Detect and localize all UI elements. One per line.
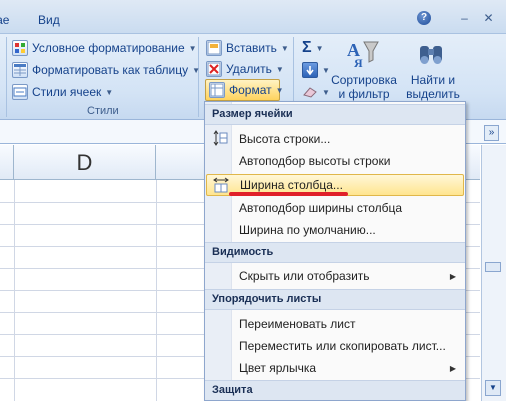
menu-item-default-width[interactable]: Ширина по умолчанию... bbox=[206, 219, 464, 241]
scroll-down-arrow-icon[interactable]: ▼ bbox=[485, 380, 501, 396]
sort-filter-label-2: и фильтр bbox=[338, 87, 390, 101]
svg-text:Я: Я bbox=[354, 56, 363, 70]
fill-button[interactable]: ▼ bbox=[302, 60, 330, 80]
vertical-scrollbar[interactable] bbox=[481, 145, 506, 401]
sort-filter-label-1: Сортировка bbox=[331, 73, 397, 87]
chevron-down-icon: ▼ bbox=[105, 87, 114, 97]
find-select-button[interactable]: Найти и выделить bbox=[400, 38, 466, 104]
format-as-table-button[interactable]: Форматировать как таблицу ▼ bbox=[12, 60, 200, 80]
format-button[interactable]: Формат ▼ bbox=[205, 79, 284, 101]
chevron-down-icon: ▼ bbox=[280, 43, 289, 53]
column-header-c[interactable] bbox=[0, 145, 14, 180]
menu-item-tab-color[interactable]: Цвет ярлычка ▶ bbox=[206, 357, 464, 379]
delete-cells-icon bbox=[206, 61, 222, 77]
cell-styles-label: Стили ячеек bbox=[32, 85, 102, 99]
chevron-down-icon: ▼ bbox=[275, 85, 284, 95]
sort-filter-button[interactable]: A Я Сортировка и фильтр bbox=[328, 38, 400, 104]
hide-show-label: Скрыть или отобразить bbox=[239, 269, 370, 283]
move-copy-sheet-label: Переместить или скопировать лист... bbox=[239, 339, 446, 353]
section-visibility: Видимость bbox=[205, 242, 465, 263]
delete-label: Удалить bbox=[226, 62, 272, 76]
format-cells-icon bbox=[209, 82, 225, 98]
styles-group-label: Стили bbox=[87, 105, 119, 117]
find-select-label-2: выделить bbox=[406, 87, 460, 101]
insert-label: Вставить bbox=[226, 41, 277, 55]
clear-button[interactable]: ▼ bbox=[302, 82, 330, 102]
chevron-down-icon: ▼ bbox=[192, 65, 201, 75]
find-select-label-1: Найти и bbox=[410, 73, 456, 87]
table-icon bbox=[12, 62, 28, 78]
chevron-down-icon: ▼ bbox=[275, 64, 284, 74]
binoculars-icon bbox=[420, 46, 442, 64]
insert-cells-icon bbox=[206, 40, 222, 56]
conditional-formatting-icon bbox=[12, 40, 28, 56]
section-protection: Защита bbox=[205, 380, 465, 400]
tab-view[interactable]: Вид bbox=[38, 13, 60, 27]
fill-down-icon bbox=[302, 62, 318, 78]
tab-color-label: Цвет ярлычка bbox=[239, 361, 317, 375]
sigma-icon: Σ bbox=[302, 39, 312, 56]
section-cell-size: Размер ячейки bbox=[205, 104, 465, 125]
section-organize-sheets: Упорядочить листы bbox=[205, 289, 465, 310]
chevron-down-icon: ▼ bbox=[315, 43, 324, 53]
eraser-icon bbox=[302, 86, 318, 98]
submenu-arrow-icon: ▶ bbox=[449, 363, 456, 373]
group-separator bbox=[6, 37, 7, 117]
menu-item-autofit-row[interactable]: Автоподбор высоты строки bbox=[206, 150, 464, 172]
column-width-icon bbox=[213, 177, 229, 193]
delete-button[interactable]: Удалить ▼ bbox=[206, 59, 284, 79]
submenu-arrow-icon: ▶ bbox=[449, 271, 456, 281]
menu-item-autofit-column[interactable]: Автоподбор ширины столбца bbox=[206, 197, 464, 219]
autosum-button[interactable]: Σ ▼ bbox=[302, 38, 324, 58]
highlight-underline bbox=[229, 192, 348, 196]
default-width-label: Ширина по умолчанию... bbox=[239, 223, 376, 237]
format-dropdown-menu: Размер ячейки Высота строки... Автоподбо… bbox=[204, 101, 466, 401]
cell-styles-button[interactable]: Стили ячеек ▼ bbox=[12, 82, 113, 102]
tab-data[interactable]: Дае bbox=[0, 13, 9, 27]
format-label: Формат bbox=[229, 83, 272, 97]
sort-filter-icon: A Я bbox=[347, 40, 379, 70]
format-as-table-label: Форматировать как таблицу bbox=[32, 63, 189, 77]
help-icon[interactable]: ? bbox=[417, 11, 431, 25]
chevron-down-icon: ▼ bbox=[188, 43, 197, 53]
autofit-row-label: Автоподбор высоты строки bbox=[239, 154, 391, 168]
menu-item-row-height[interactable]: Высота строки... bbox=[206, 128, 464, 150]
conditional-formatting-label: Условное форматирование bbox=[32, 41, 185, 55]
column-header-d[interactable]: D bbox=[14, 145, 156, 180]
column-width-label: Ширина столбца... bbox=[240, 178, 343, 192]
row-height-icon bbox=[213, 130, 228, 146]
conditional-formatting-button[interactable]: Условное форматирование ▼ bbox=[12, 38, 197, 58]
menu-item-rename-sheet[interactable]: Переименовать лист bbox=[206, 313, 464, 335]
ribbon-tab-bar: Дае Вид ? – ✕ bbox=[0, 0, 506, 34]
split-handle[interactable] bbox=[485, 262, 501, 272]
insert-button[interactable]: Вставить ▼ bbox=[206, 38, 289, 58]
menu-item-hide-show[interactable]: Скрыть или отобразить ▶ bbox=[206, 265, 464, 287]
expand-formula-bar-button[interactable]: » bbox=[484, 125, 499, 141]
menu-item-move-copy-sheet[interactable]: Переместить или скопировать лист... bbox=[206, 335, 464, 357]
close-button[interactable]: ✕ bbox=[480, 11, 497, 26]
minimize-ribbon-button[interactable]: – bbox=[456, 11, 473, 26]
row-height-label: Высота строки... bbox=[239, 132, 331, 146]
rename-sheet-label: Переименовать лист bbox=[239, 317, 356, 331]
autofit-column-label: Автоподбор ширины столбца bbox=[239, 201, 403, 215]
cell-styles-icon bbox=[12, 84, 28, 100]
